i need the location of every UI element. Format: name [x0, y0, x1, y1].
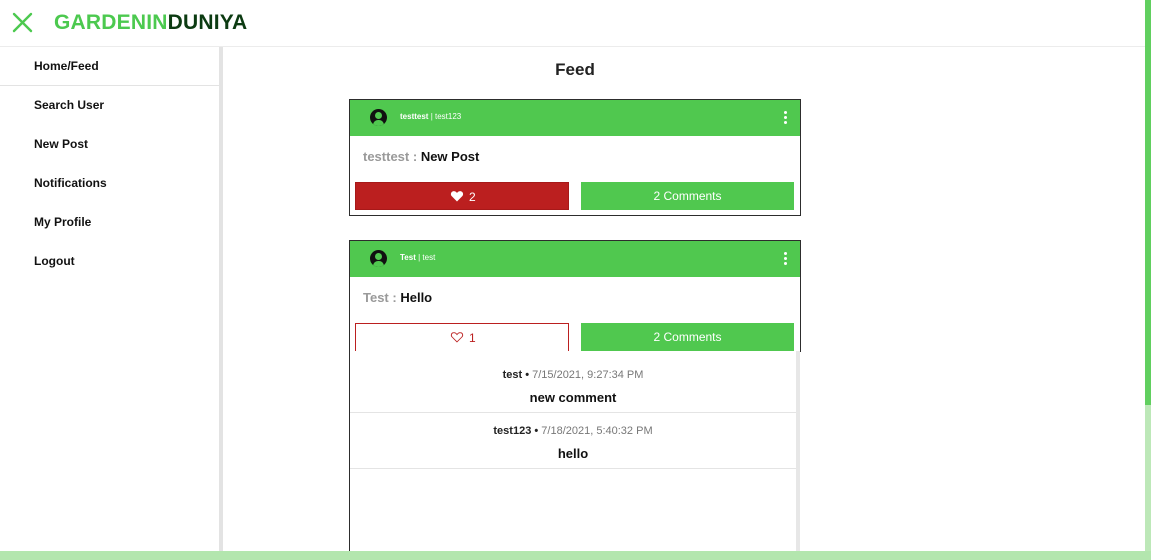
comment-meta: test123 • 7/18/2021, 5:40:32 PM: [350, 425, 796, 437]
heart-outline-icon: [450, 332, 464, 343]
like-count: 1: [469, 331, 476, 345]
sidebar-item-logout[interactable]: Logout: [0, 242, 219, 280]
post-user-name: Test: [400, 253, 416, 262]
sidebar-item-home-feed[interactable]: Home/Feed: [0, 47, 219, 85]
post-card: testtest | test123 testtest : New Post 2…: [349, 99, 801, 216]
comment-user[interactable]: test123: [493, 425, 531, 437]
post-header: testtest | test123: [350, 100, 800, 136]
page-scrollbar-track[interactable]: [1145, 405, 1151, 560]
sidebar-item-my-profile[interactable]: My Profile: [0, 203, 219, 241]
sidebar-border: [219, 47, 223, 560]
comment-meta: test • 7/15/2021, 9:27:34 PM: [350, 369, 796, 381]
post-header: Test | test: [350, 241, 800, 277]
post-user-separator: |: [418, 253, 421, 262]
comment-time: 7/18/2021, 5:40:32 PM: [541, 425, 653, 437]
brand-logo[interactable]: GARDENINDUNIYA: [54, 11, 247, 35]
sidebar-item-label: My Profile: [34, 215, 92, 229]
sidebar-item-label: Logout: [34, 254, 75, 268]
sidebar-item-notifications[interactable]: Notifications: [0, 164, 219, 202]
comments-scrollbar[interactable]: [796, 351, 800, 551]
post-user-handle: test123: [435, 112, 462, 121]
like-button[interactable]: 2: [355, 182, 569, 210]
more-vertical-icon[interactable]: [784, 252, 787, 265]
post-body: Hello: [400, 290, 433, 305]
comment-item: test • 7/15/2021, 9:27:34 PM new comment: [350, 357, 796, 413]
post-body: New Post: [420, 149, 480, 164]
post-user-separator: |: [430, 112, 433, 121]
sidebar-item-new-post[interactable]: New Post: [0, 125, 219, 163]
comment-item: test123 • 7/18/2021, 5:40:32 PM hello: [350, 413, 796, 469]
comment-dot: •: [534, 425, 539, 437]
close-icon[interactable]: [10, 10, 36, 36]
sidebar-item-label: New Post: [34, 137, 89, 151]
user-avatar-icon[interactable]: [370, 250, 387, 267]
heart-filled-icon: [450, 191, 464, 202]
brand-part1: GARDENIN: [54, 11, 168, 34]
post-user-name: testtest: [400, 112, 429, 121]
sidebar: Home/Feed Search User New Post Notificat…: [0, 47, 219, 560]
page-title: Feed: [555, 60, 595, 79]
post-user[interactable]: Test | test: [400, 253, 435, 262]
post-card: Test | test Test : Hello 1 2 Comments: [349, 240, 801, 352]
post-user[interactable]: testtest | test123: [400, 112, 461, 121]
post-user-handle: test: [422, 253, 436, 262]
comment-dot: •: [525, 369, 530, 381]
sidebar-item-label: Search User: [34, 98, 105, 112]
like-button[interactable]: 1: [355, 323, 569, 351]
like-count: 2: [469, 190, 476, 204]
brand-part2: DUNIYA: [167, 11, 248, 34]
comment-time: 7/15/2021, 9:27:34 PM: [532, 369, 644, 381]
sidebar-item-search-user[interactable]: Search User: [0, 86, 219, 124]
comment-user[interactable]: test: [503, 369, 523, 381]
comments-button[interactable]: 2 Comments: [581, 182, 794, 210]
comment-text: hello: [557, 446, 589, 461]
top-bar: GARDENINDUNIYA: [0, 0, 1151, 47]
page-scrollbar-thumb[interactable]: [1145, 0, 1151, 405]
sidebar-item-label: Notifications: [34, 176, 107, 190]
horizontal-scrollbar[interactable]: [0, 551, 1151, 560]
post-content: Test : Hello: [363, 290, 432, 305]
comments-list[interactable]: test • 7/15/2021, 9:27:34 PM new comment…: [349, 351, 798, 560]
post-content: testtest : New Post: [363, 149, 479, 164]
post-author-label: Test :: [363, 290, 397, 305]
comments-button[interactable]: 2 Comments: [581, 323, 794, 351]
user-avatar-icon[interactable]: [370, 109, 387, 126]
comment-text: new comment: [529, 390, 617, 405]
sidebar-item-label: Home/Feed: [34, 59, 99, 73]
post-author-label: testtest :: [363, 149, 418, 164]
more-vertical-icon[interactable]: [784, 111, 787, 124]
